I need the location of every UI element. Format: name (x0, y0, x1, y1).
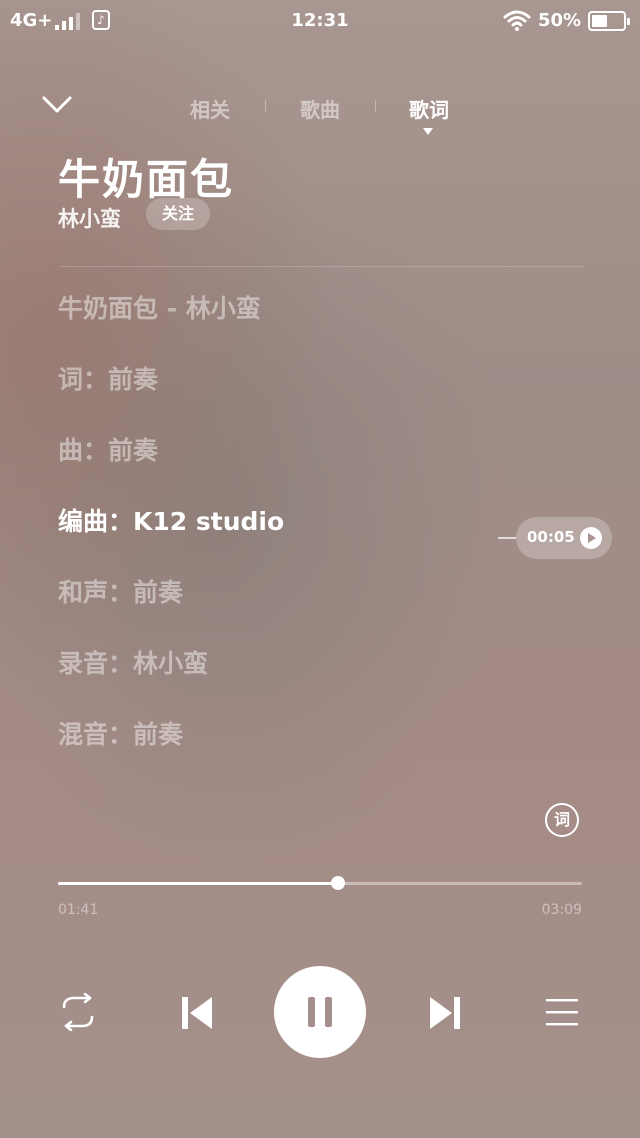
divider (58, 266, 584, 267)
lyric-line: 牛奶面包 - 林小蛮 (58, 294, 261, 323)
seek-time: 00:05 (527, 528, 575, 546)
battery-fill (592, 15, 607, 27)
battery-percent: 50% (538, 10, 582, 31)
seek-indicator-line (498, 537, 516, 539)
chevron-down-icon[interactable] (40, 92, 74, 118)
tab-related[interactable]: 相关 (190, 94, 230, 123)
progress-fill (58, 882, 339, 885)
lyric-line-current: 编曲：K12 studio (58, 507, 285, 536)
play-circle-icon (580, 527, 602, 549)
battery-icon (588, 11, 630, 31)
lyric-line: 曲：前奏 (58, 436, 159, 465)
playlist-icon[interactable] (544, 996, 580, 1028)
pause-button[interactable] (274, 966, 366, 1058)
lyric-line: 录音：林小蛮 (58, 649, 209, 678)
progress-bar[interactable] (58, 876, 582, 890)
seek-to-lyric-button[interactable]: 00:05 (516, 517, 612, 559)
pause-icon (308, 997, 315, 1027)
active-tab-indicator (423, 128, 433, 135)
tab-separator (375, 100, 376, 112)
skip-next-icon[interactable] (428, 995, 462, 1031)
elapsed-time: 01:41 (58, 902, 99, 918)
total-time: 03:09 (541, 902, 582, 918)
lyric-toggle-button[interactable]: 词 (545, 803, 579, 837)
wifi-icon (503, 10, 531, 31)
repeat-icon[interactable] (58, 993, 98, 1031)
follow-button[interactable]: 关注 (146, 198, 210, 230)
progress-knob[interactable] (331, 876, 346, 890)
tab-separator (265, 100, 266, 112)
lyric-line: 混音：前奏 (58, 720, 184, 749)
skip-previous-icon[interactable] (180, 995, 214, 1031)
lyric-line: 和声：前奏 (58, 578, 184, 607)
tab-songs[interactable]: 歌曲 (300, 94, 340, 123)
tab-lyrics[interactable]: 歌词 (409, 94, 449, 123)
tab-bar: 相关 歌曲 歌词 (180, 94, 470, 135)
artist-name[interactable]: 林小蛮 (58, 203, 121, 233)
status-bar: 4G+ ♪ 12:31 50% (0, 0, 640, 44)
lyric-line: 词：前奏 (58, 365, 159, 394)
song-title: 牛奶面包 (58, 155, 235, 204)
pause-icon (325, 997, 332, 1027)
